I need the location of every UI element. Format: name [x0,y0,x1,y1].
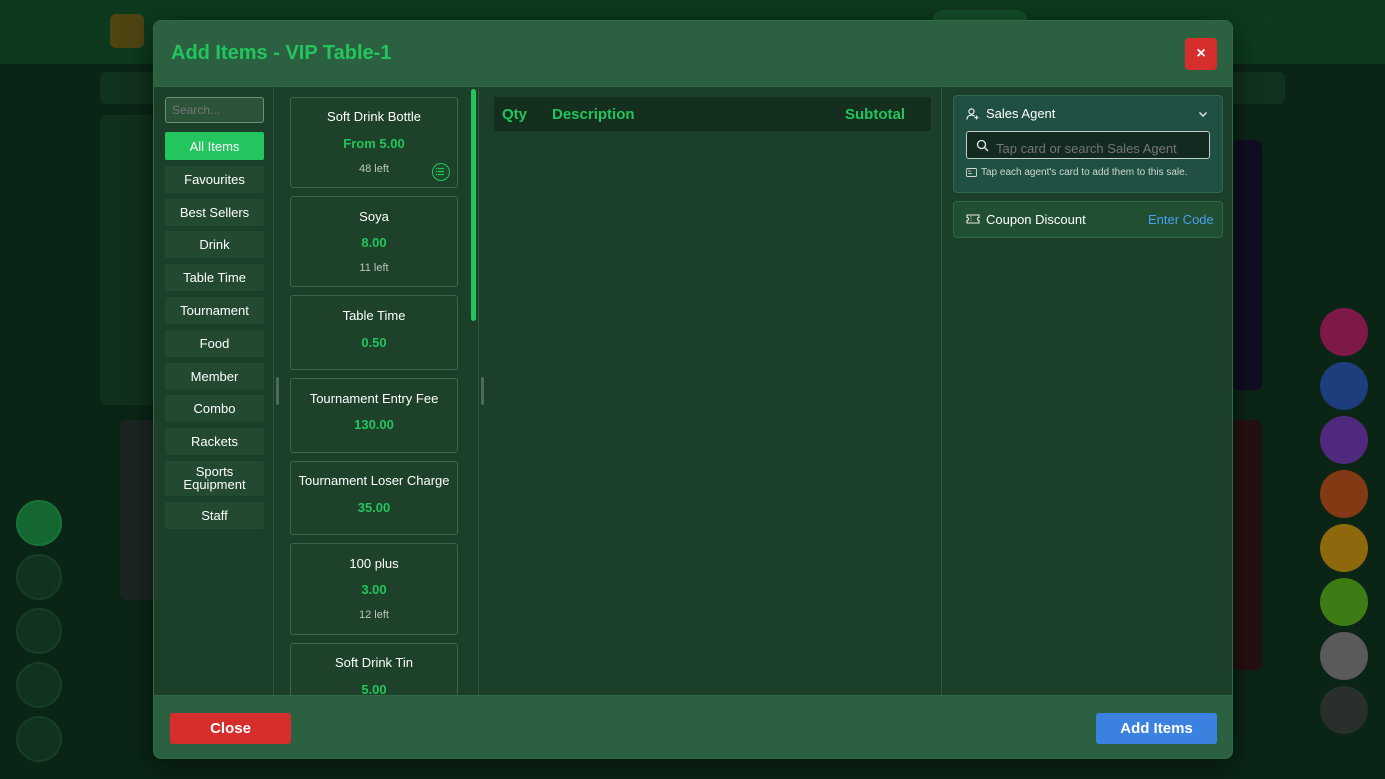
product-card[interactable]: Table Time 0.50 [290,295,458,370]
product-card[interactable]: Soft Drink Tin 5.00 [290,643,458,695]
category-staff[interactable]: Staff [165,501,264,529]
sales-agent-title: Sales Agent [986,106,1056,121]
category-best-sellers[interactable]: Best Sellers [165,198,264,226]
product-card[interactable]: Tournament Entry Fee 130.00 [290,378,458,453]
product-grid: Soft Drink Bottle From 5.00 48 left Soya [275,87,479,695]
search-icon [976,139,989,152]
product-scrollbar[interactable] [471,89,476,321]
product-card[interactable]: Tournament Loser Charge 35.00 [290,461,458,535]
column-description: Description [552,106,635,123]
product-card[interactable]: Soft Drink Bottle From 5.00 48 left [290,97,458,188]
order-table-header: Qty Description Subtotal [494,97,931,131]
category-food[interactable]: Food [165,329,264,357]
product-stock: 11 left [359,262,389,274]
close-x-button[interactable]: × [1185,38,1217,70]
category-panel: All Items Favourites Best Sellers Drink … [154,87,274,695]
coupon-label: Coupon Discount [986,212,1086,227]
product-price: 3.00 [361,582,387,597]
product-price: 35.00 [357,500,391,515]
product-name: Soft Drink Tin [334,655,414,670]
category-list: All Items Favourites Best Sellers Drink … [165,132,264,535]
product-name: Tournament Entry Fee [309,391,439,406]
category-tournament[interactable]: Tournament [165,296,264,324]
user-plus-icon [966,108,979,120]
product-name: Soft Drink Bottle [327,109,421,124]
modal-footer: Close Add Items [154,695,1232,758]
product-stock: 12 left [359,609,389,621]
category-favourites[interactable]: Favourites [165,165,264,193]
enter-code-link[interactable]: Enter Code [1148,212,1214,227]
close-icon: × [1196,45,1206,62]
product-name: Soya [359,209,389,224]
modal-title: Add Items - VIP Table-1 [171,42,392,64]
product-card[interactable]: Soya 8.00 11 left [290,196,458,287]
add-items-modal: Add Items - VIP Table-1 × All Items Favo… [153,20,1233,759]
category-combo[interactable]: Combo [165,395,264,423]
sale-options-panel: Sales Agent Tap each agent's card to add… [943,87,1232,695]
search-input[interactable] [165,97,264,123]
sales-agent-panel: Sales Agent Tap each agent's card to add… [953,95,1223,193]
coupon-panel: Coupon Discount Enter Code [953,201,1223,238]
add-items-button[interactable]: Add Items [1096,713,1217,744]
modal-body: All Items Favourites Best Sellers Drink … [154,87,1232,695]
close-button[interactable]: Close [170,713,291,744]
product-card[interactable]: 100 plus 3.00 12 left [290,543,458,635]
chevron-down-icon[interactable] [1198,109,1208,119]
id-card-icon [966,168,977,177]
modal-header: Add Items - VIP Table-1 × [154,21,1232,87]
sales-agent-hint: Tap each agent's card to add them to thi… [981,167,1188,178]
category-drink[interactable]: Drink [165,231,264,259]
product-name: 100 plus [349,556,399,571]
category-table-time[interactable]: Table Time [165,264,264,292]
product-price: 5.00 [361,682,387,695]
product-name: Table Time [342,308,406,323]
category-member[interactable]: Member [165,362,264,390]
sales-agent-search-input[interactable] [966,131,1210,159]
product-name: Tournament Loser Charge [298,473,450,488]
product-price: 130.00 [354,417,394,432]
product-price: 0.50 [361,335,387,350]
ticket-icon [966,214,980,224]
column-subtotal: Subtotal [845,106,905,123]
column-qty: Qty [502,106,528,123]
list-icon[interactable] [432,163,450,181]
category-rackets[interactable]: Rackets [165,428,264,456]
order-panel: Qty Description Subtotal [480,87,942,695]
product-price: From 5.00 [343,136,405,151]
product-price: 8.00 [361,235,387,250]
category-all-items[interactable]: All Items [165,132,264,160]
category-sports-equipment[interactable]: Sports Equipment [165,460,264,496]
